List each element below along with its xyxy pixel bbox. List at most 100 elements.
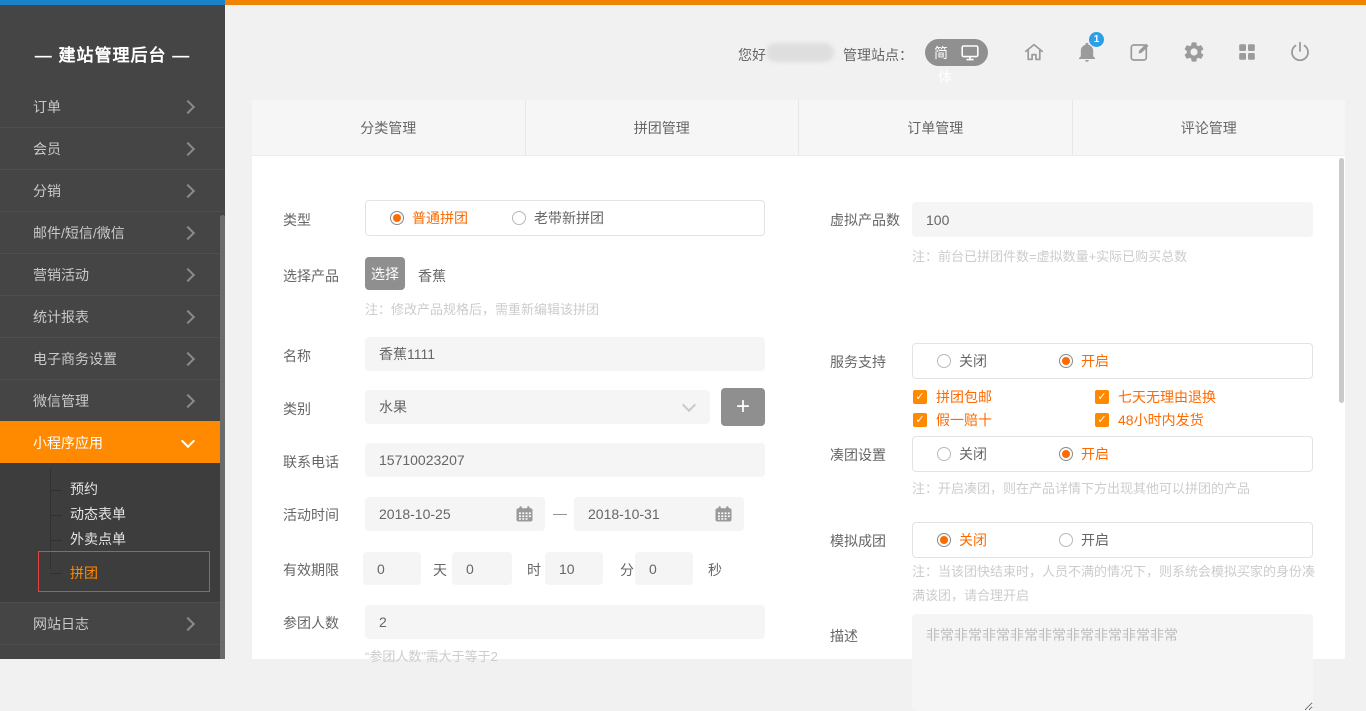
makeup-group-note: 注：开启凑团，则在产品详情下方出现其他可以拼团的产品 xyxy=(912,478,1250,497)
sidebar-subitem-dynamic-forms[interactable]: 动态表单 xyxy=(0,502,225,527)
sidebar-item-label: 网站日志 xyxy=(33,614,89,634)
category-selected-value: 水果 xyxy=(379,397,407,417)
end-date-value: 2018-10-31 xyxy=(588,506,660,522)
topbar-orange-segment xyxy=(225,0,1366,5)
end-date-picker[interactable]: 2018-10-31 xyxy=(574,497,744,531)
settings-gear-icon[interactable] xyxy=(1182,40,1206,64)
start-date-picker[interactable]: 2018-10-25 xyxy=(365,497,545,531)
checkbox-checked-icon: ✓ xyxy=(1095,413,1109,427)
radio-label: 普通拼团 xyxy=(412,208,468,228)
radio-option-off[interactable]: 关闭 xyxy=(937,437,987,471)
tab-order-management[interactable]: 订单管理 xyxy=(798,100,1072,155)
validity-minutes-input[interactable] xyxy=(545,552,603,585)
managed-site-label: 管理站点： xyxy=(843,45,913,65)
checkbox-label: 七天无理由退换 xyxy=(1118,387,1216,407)
add-category-button[interactable]: + xyxy=(721,388,765,426)
radio-label: 关闭 xyxy=(959,351,987,371)
simulate-label: 模拟成团 xyxy=(830,531,886,551)
tab-groupbuy-management[interactable]: 拼团管理 xyxy=(525,100,799,155)
checkbox-label: 假一赔十 xyxy=(936,410,992,430)
phone-input[interactable] xyxy=(365,443,765,477)
date-range-separator: — xyxy=(553,505,567,521)
activity-time-label: 活动时间 xyxy=(283,505,339,525)
checkbox-fake-one-pay-ten[interactable]: ✓ 假一赔十 xyxy=(913,410,992,430)
sidebar-item-miniprogram-apps[interactable]: 小程序应用 xyxy=(0,421,225,463)
select-product-button[interactable]: 选择 xyxy=(365,257,405,290)
sidebar-item-wechat-management[interactable]: 微信管理 xyxy=(0,379,225,421)
validity-days-input[interactable] xyxy=(363,552,421,585)
virtual-count-note: 注：前台已拼团件数=虚拟数量+实际已购买总数 xyxy=(912,246,1187,265)
radio-option-off[interactable]: 关闭 xyxy=(937,523,987,557)
validity-hours-input[interactable] xyxy=(452,552,512,585)
username-blurred xyxy=(766,43,834,62)
sidebar-item-reports[interactable]: 统计报表 xyxy=(0,295,225,337)
radio-option-normal-groupbuy[interactable]: 普通拼团 xyxy=(390,201,468,235)
radio-option-on[interactable]: 开启 xyxy=(1059,437,1109,471)
sidebar-item-label: 营销活动 xyxy=(33,265,89,285)
makeup-group-radio-group: 关闭 开启 xyxy=(912,436,1313,472)
sidebar-item-marketing[interactable]: 营销活动 xyxy=(0,253,225,295)
phone-label: 联系电话 xyxy=(283,452,339,472)
sidebar-item-label: 会员 xyxy=(33,139,61,159)
language-overflow-char: 体 xyxy=(938,67,952,87)
sidebar-item-mail-sms-wechat[interactable]: 邮件/短信/微信 xyxy=(0,211,225,253)
radio-option-referral-groupbuy[interactable]: 老带新拼团 xyxy=(512,201,604,235)
category-select[interactable]: 水果 xyxy=(365,390,710,424)
home-icon[interactable] xyxy=(1022,40,1046,64)
sidebar-subitem-group-buy[interactable]: 拼团 xyxy=(0,558,225,588)
radio-option-on[interactable]: 开启 xyxy=(1059,344,1109,378)
validity-seconds-input[interactable] xyxy=(635,552,693,585)
virtual-count-input[interactable] xyxy=(912,202,1313,237)
description-textarea[interactable]: 非常非常非常非常非常非常非常非常非常 xyxy=(912,614,1313,711)
compose-edit-icon[interactable] xyxy=(1128,40,1152,64)
sidebar-subitem-takeout-order[interactable]: 外卖点单 xyxy=(0,527,225,552)
radio-label: 开启 xyxy=(1081,530,1109,550)
radio-label: 开启 xyxy=(1081,444,1109,464)
sidebar-subitem-label: 预约 xyxy=(70,481,98,497)
selected-product-value: 香蕉 xyxy=(418,266,446,286)
radio-option-on[interactable]: 开启 xyxy=(1059,523,1109,557)
language-switcher[interactable]: 简 xyxy=(925,39,988,66)
name-input[interactable] xyxy=(365,337,765,371)
radio-selected-icon xyxy=(1059,447,1073,461)
unit-days: 天 xyxy=(433,560,447,580)
radio-unselected-icon xyxy=(937,447,951,461)
apps-grid-icon[interactable] xyxy=(1235,40,1259,64)
main-scrollbar[interactable] xyxy=(1339,158,1344,403)
sidebar-subitem-label: 外卖点单 xyxy=(70,531,126,547)
sidebar-item-label: 分销 xyxy=(33,181,61,201)
radio-selected-icon xyxy=(937,533,951,547)
checkbox-free-shipping[interactable]: ✓ 拼团包邮 xyxy=(913,387,992,407)
tab-category-management[interactable]: 分类管理 xyxy=(252,100,525,155)
unit-hours: 时 xyxy=(527,560,541,580)
radio-option-off[interactable]: 关闭 xyxy=(937,344,987,378)
participants-input[interactable] xyxy=(365,605,765,639)
description-label: 描述 xyxy=(830,626,858,646)
sidebar-item-label: 电子商务设置 xyxy=(33,349,117,369)
sidebar-item-label: 邮件/短信/微信 xyxy=(33,223,125,243)
tab-review-management[interactable]: 评论管理 xyxy=(1072,100,1346,155)
product-note: 注：修改产品规格后，需重新编辑该拼团 xyxy=(365,299,599,318)
chevron-right-icon xyxy=(181,616,195,630)
checkbox-ship-48h[interactable]: ✓ 48小时内发货 xyxy=(1095,410,1204,430)
sidebar-item-label: 订单 xyxy=(33,100,61,117)
sidebar-item-site-logs[interactable]: 网站日志 xyxy=(0,602,225,645)
chevron-down-icon xyxy=(682,398,696,412)
radio-label: 关闭 xyxy=(959,444,987,464)
chevron-right-icon xyxy=(181,225,195,239)
checkbox-seven-day-return[interactable]: ✓ 七天无理由退换 xyxy=(1095,387,1216,407)
sidebar-scrollbar[interactable] xyxy=(220,215,225,659)
simulate-radio-group: 关闭 开启 xyxy=(912,522,1313,558)
radio-unselected-icon xyxy=(937,354,951,368)
sidebar-item-distribution[interactable]: 分销 xyxy=(0,169,225,211)
chevron-right-icon xyxy=(181,183,195,197)
radio-selected-icon xyxy=(390,211,404,225)
calendar-icon xyxy=(516,506,533,522)
sidebar-subitem-booking[interactable]: 预约 xyxy=(0,477,225,502)
power-logout-icon[interactable] xyxy=(1288,40,1312,64)
sidebar-item-label: 统计报表 xyxy=(33,307,89,327)
sidebar-item-members[interactable]: 会员 xyxy=(0,127,225,169)
calendar-icon xyxy=(715,506,732,522)
sidebar-item-ecommerce-settings[interactable]: 电子商务设置 xyxy=(0,337,225,379)
sidebar-item-orders[interactable]: 订单 xyxy=(0,100,225,127)
